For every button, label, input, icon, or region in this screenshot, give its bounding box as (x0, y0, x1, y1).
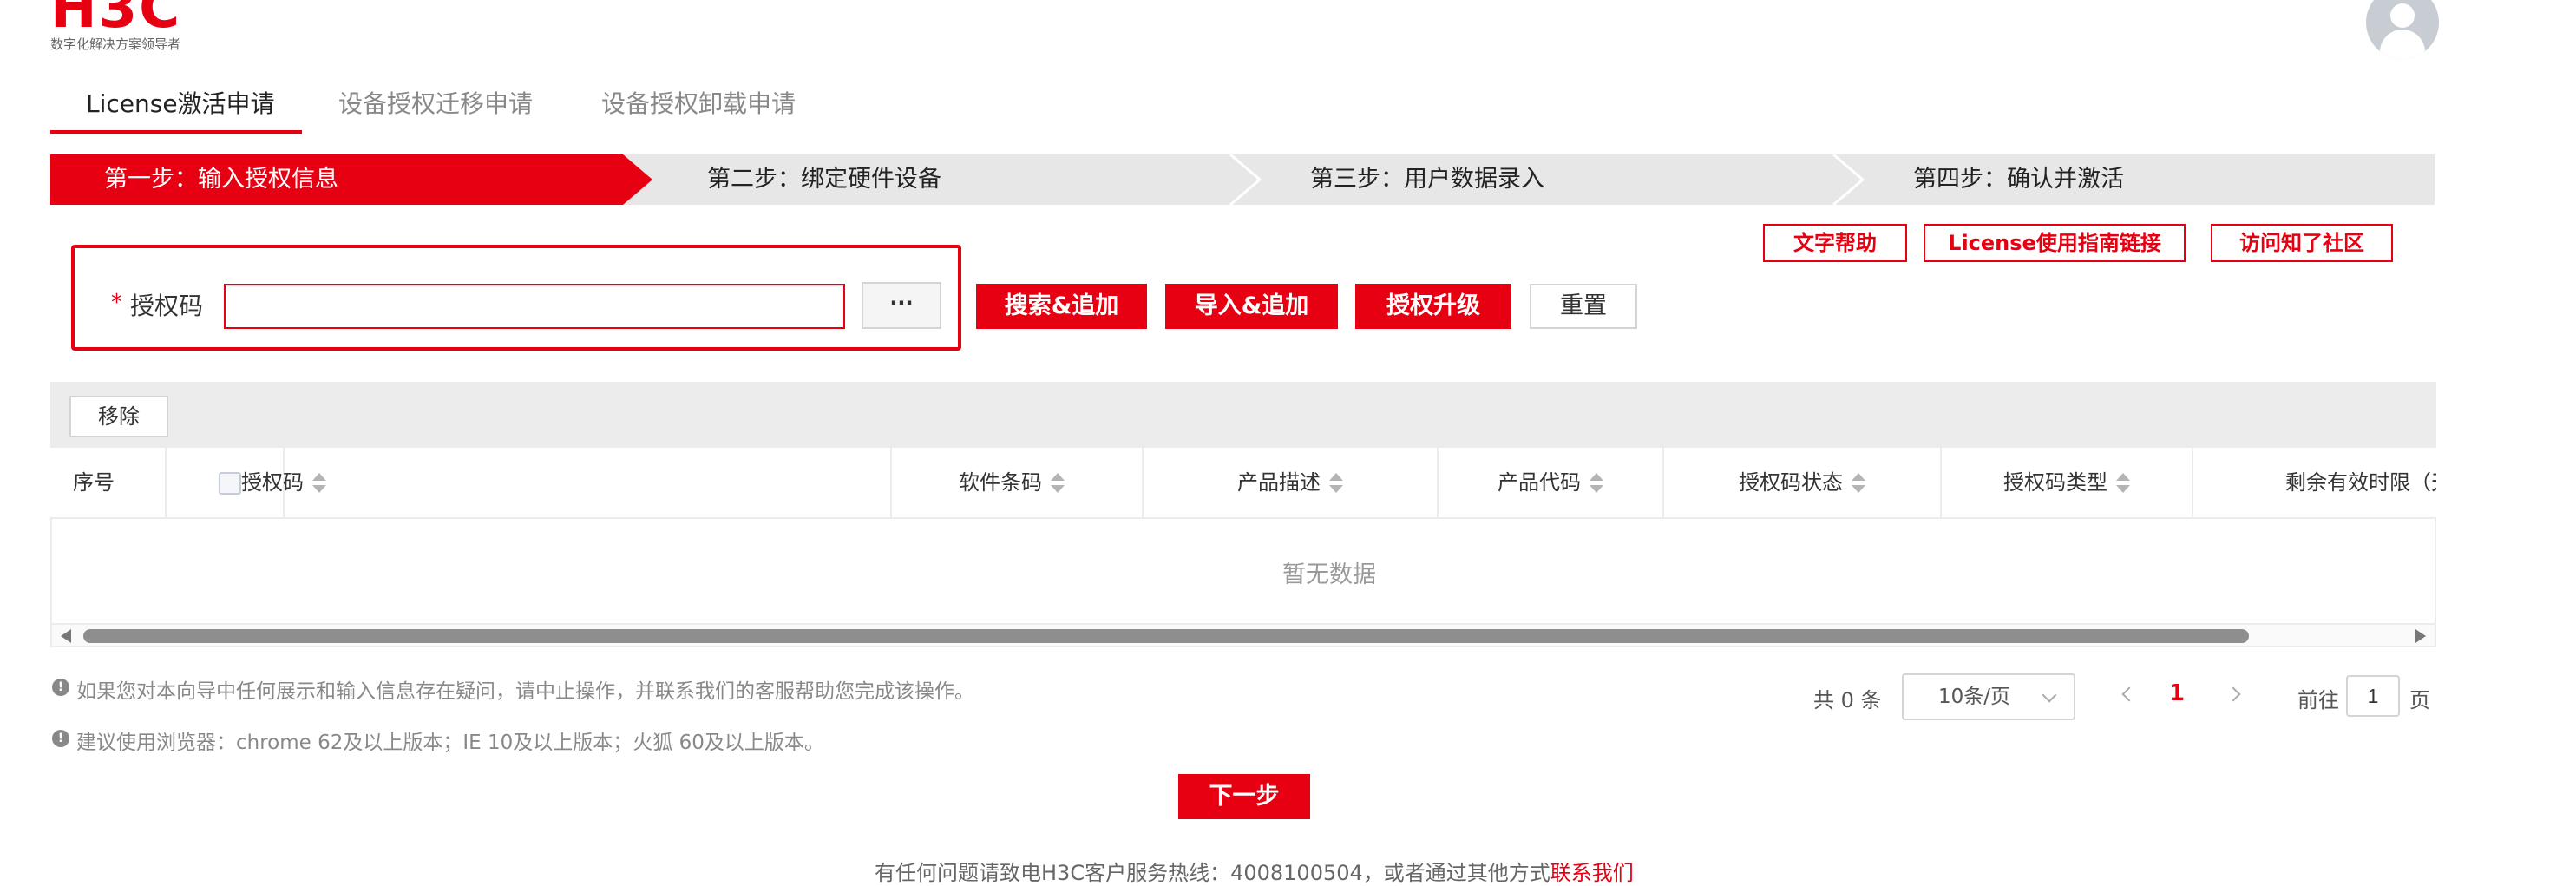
column-header-product-description[interactable]: 产品描述 (1144, 448, 1439, 517)
search-add-button[interactable]: 搜索&追加 (976, 284, 1147, 329)
scrollbar-thumb[interactable] (83, 629, 2249, 643)
sort-icon[interactable] (1329, 471, 1343, 496)
goto-label: 前往 (2297, 688, 2339, 712)
table-body (50, 519, 2436, 623)
browser-recommendation-note: 建议使用浏览器：chrome 62及以上版本；IE 10及以上版本；火狐 60及… (76, 732, 824, 754)
step-progress-bar: 第一步：输入授权信息 第二步：绑定硬件设备 第三步：用户数据录入 第四步：确认并… (50, 154, 2435, 205)
table-header: 序号 授权码 软件条码 产品描述 产品代码 授权码状态 授权码类型 剩余有效时限… (50, 448, 2436, 519)
license-guide-link-button[interactable]: License使用指南链接 (1924, 224, 2186, 262)
upgrade-authorization-button[interactable]: 授权升级 (1355, 284, 1511, 329)
column-header-index: 序号 (50, 448, 167, 517)
column-header-remaining-days-label: 剩余有效时限（天） (2285, 470, 2436, 495)
sort-icon[interactable] (1852, 471, 1865, 496)
column-header-index-label: 序号 (73, 470, 115, 495)
tab-authorization-uninstall[interactable]: 设备授权卸载申请 (601, 85, 796, 120)
step-3-user-data: 第三步：用户数据录入 (1310, 166, 1544, 193)
step-1-enter-auth-info: 第一步：输入授权信息 (104, 166, 338, 193)
column-header-auth-status-label: 授权码状态 (1739, 470, 1843, 495)
column-header-product-code[interactable]: 产品代码 (1439, 448, 1664, 517)
footer-contact: 有任何问题请致电H3C客户服务热线：4008100504，或者通过其他方式联系我… (875, 856, 1634, 886)
sort-icon[interactable] (2116, 471, 2130, 496)
info-icon: ! (52, 730, 69, 747)
pagination-total: 共 0 条 (1813, 688, 1882, 712)
step-4-confirm-activate: 第四步：确认并激活 (1913, 166, 2124, 193)
help-note-contact: 如果您对本向导中任何展示和输入信息存在疑问，请中止操作，并联系我们的客服帮助您完… (76, 680, 974, 703)
goto-page-input[interactable] (2346, 675, 2400, 717)
next-step-button[interactable]: 下一步 (1178, 774, 1310, 819)
column-header-auth-type-label: 授权码类型 (2003, 470, 2107, 495)
logo-tagline: 数字化解决方案领导者 (50, 36, 181, 52)
auth-code-label: 授权码 (130, 292, 204, 320)
required-mark: * (111, 290, 122, 316)
remove-button[interactable]: 移除 (69, 396, 168, 437)
sort-icon[interactable] (312, 471, 326, 496)
prev-page-icon[interactable] (2121, 686, 2137, 702)
sort-icon[interactable] (1590, 471, 1603, 496)
column-header-auth-code[interactable]: 授权码 (222, 448, 892, 517)
column-header-product-description-label: 产品描述 (1237, 470, 1321, 495)
auth-code-input[interactable] (224, 284, 845, 329)
next-page-icon[interactable] (2225, 686, 2241, 702)
sort-icon[interactable] (1051, 471, 1065, 496)
column-header-remaining-days[interactable]: 剩余有效时限（天） (2193, 448, 2436, 517)
info-icon: ! (52, 679, 69, 696)
current-page-number[interactable]: 1 (2169, 680, 2185, 706)
scroll-left-arrow-icon[interactable] (61, 629, 71, 643)
column-header-product-code-label: 产品代码 (1498, 470, 1581, 495)
step-2-bind-hardware: 第二步：绑定硬件设备 (707, 166, 941, 193)
active-tab-indicator (50, 130, 302, 134)
contact-us-link[interactable]: 联系我们 (1550, 861, 1634, 885)
reset-button[interactable]: 重置 (1530, 284, 1637, 329)
column-header-software-barcode-label: 软件条码 (959, 470, 1042, 495)
more-options-button[interactable]: ··· (862, 282, 941, 329)
text-help-button[interactable]: 文字帮助 (1763, 224, 1907, 262)
column-header-auth-code-label: 授权码 (241, 470, 304, 495)
table-toolbar (50, 382, 2436, 448)
column-header-auth-type[interactable]: 授权码类型 (1942, 448, 2193, 517)
community-button[interactable]: 访问知了社区 (2211, 224, 2393, 262)
tab-license-activation[interactable]: License激活申请 (86, 85, 275, 120)
scroll-right-arrow-icon[interactable] (2415, 629, 2426, 643)
import-add-button[interactable]: 导入&追加 (1165, 284, 1338, 329)
page-suffix: 页 (2409, 688, 2430, 712)
footer-text: 有任何问题请致电H3C客户服务热线：4008100504，或者通过其他方式 (875, 861, 1550, 885)
column-header-auth-status[interactable]: 授权码状态 (1664, 448, 1942, 517)
column-header-software-barcode[interactable]: 软件条码 (882, 448, 1144, 517)
tab-authorization-migration[interactable]: 设备授权迁移申请 (338, 85, 533, 120)
user-avatar-icon[interactable] (2366, 0, 2439, 59)
empty-table-message: 暂无数据 (1282, 561, 1376, 588)
